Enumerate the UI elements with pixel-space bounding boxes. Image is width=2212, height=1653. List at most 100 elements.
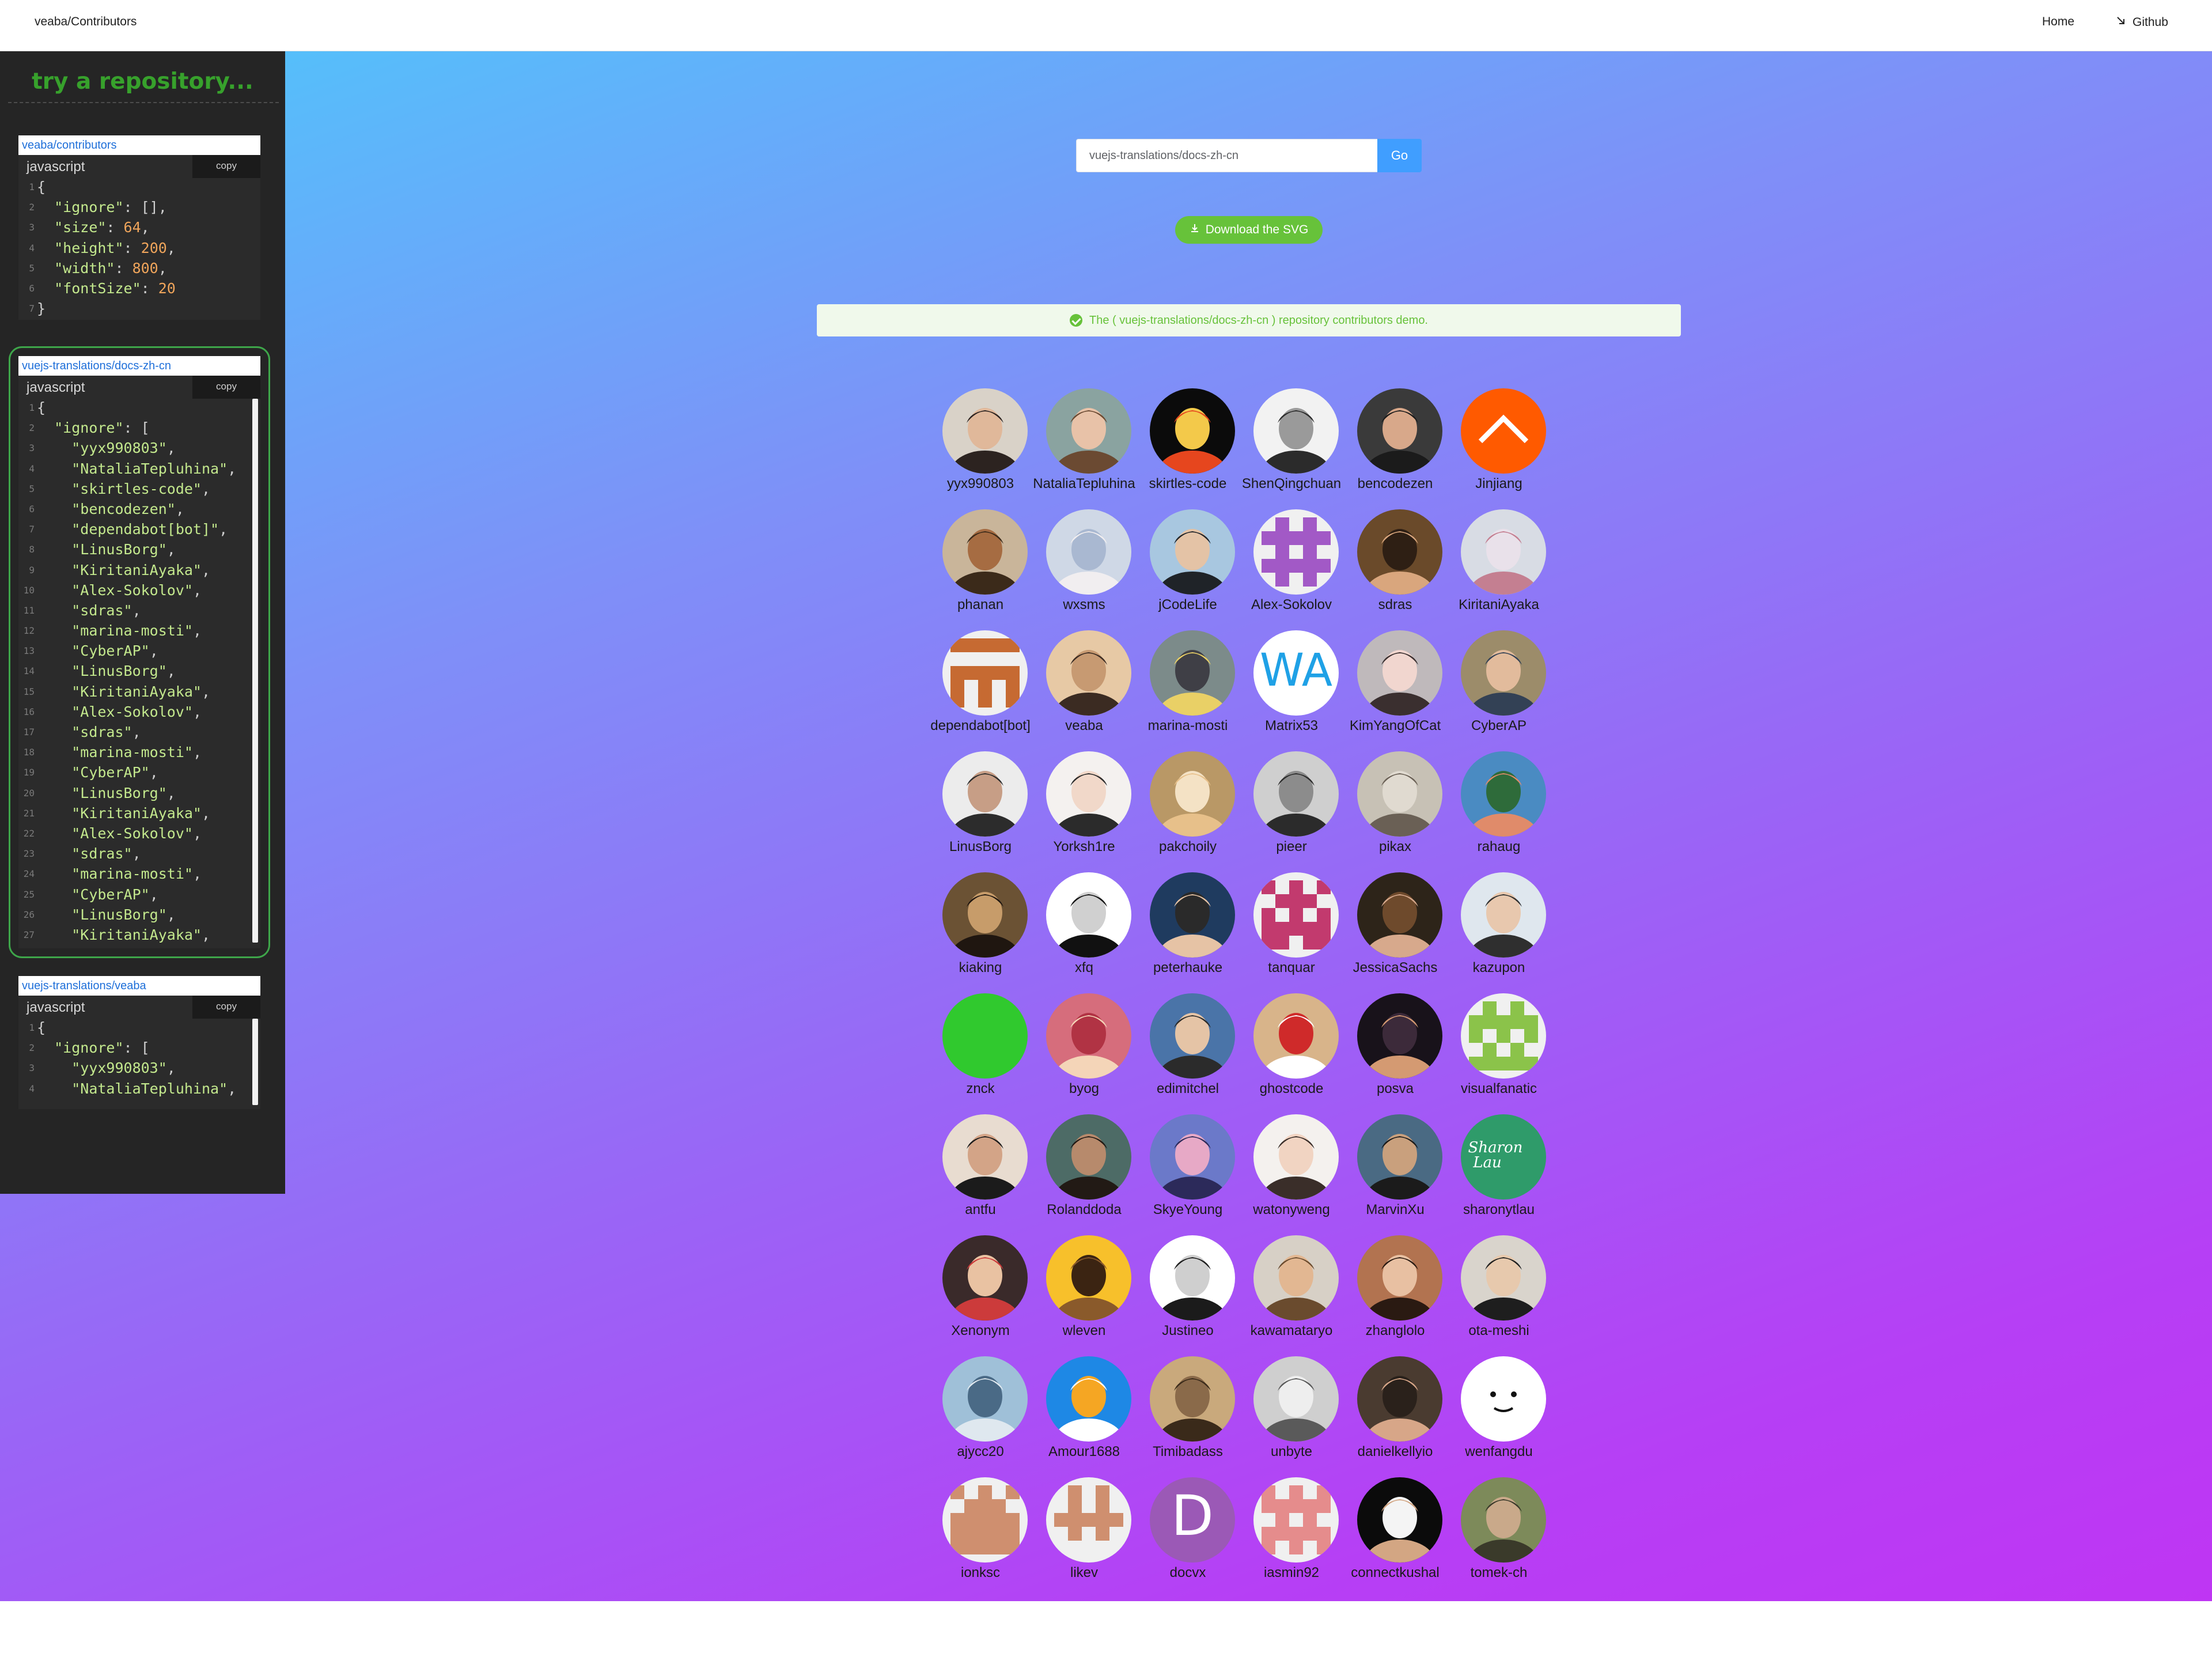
contributor-avatar[interactable] [1253,993,1339,1079]
contributor-name[interactable]: phanan [923,597,1038,613]
contributor-name[interactable]: ghostcode [1234,1081,1349,1097]
contributor-avatar[interactable] [1150,751,1235,837]
contributor-item[interactable]: xfq [1032,870,1136,991]
nav-home-link[interactable]: Home [2042,15,2074,29]
code-scrollbar[interactable] [252,399,258,943]
contributor-item[interactable]: peterhauke [1136,870,1240,991]
contributor-name[interactable]: watonyweng [1234,1202,1349,1218]
contributor-avatar[interactable] [1046,993,1131,1079]
code-card[interactable]: veaba/contributors javascript copy 1{2 "… [18,135,260,320]
copy-button[interactable]: copy [192,996,260,1019]
code-scrollbar[interactable] [252,1019,258,1105]
contributor-avatar[interactable] [1357,872,1442,958]
contributor-item[interactable]: iasmin92 [1240,1475,1343,1596]
contributor-name[interactable]: KimYangOfCat [1338,718,1453,734]
contributor-item[interactable]: WA Matrix53 [1240,628,1343,749]
contributor-item[interactable]: zhanglolo [1343,1233,1447,1354]
contributor-avatar[interactable] [1461,1235,1546,1321]
contributor-avatar[interactable] [942,509,1028,595]
contributor-name[interactable]: sharonytlau [1441,1202,1556,1218]
contributor-avatar[interactable] [1253,1356,1339,1442]
contributor-avatar[interactable] [1150,630,1235,716]
contributor-avatar[interactable] [1150,388,1235,474]
contributor-item[interactable]: watonyweng [1240,1112,1343,1233]
contributor-item[interactable]: JessicaSachs [1343,870,1447,991]
contributor-name[interactable]: veaba [1027,718,1142,734]
contributor-avatar[interactable] [1150,872,1235,958]
repository-search-input[interactable] [1076,139,1378,172]
contributor-name[interactable]: kiaking [923,960,1038,976]
contributor-avatar[interactable] [1357,1114,1442,1200]
contributor-avatar[interactable] [942,388,1028,474]
contributor-name[interactable]: byog [1027,1081,1142,1097]
contributor-item[interactable]: posva [1343,991,1447,1112]
contributor-name[interactable]: CyberAP [1441,718,1556,734]
contributor-avatar[interactable] [1253,872,1339,958]
contributor-item[interactable]: wxsms [1032,507,1136,628]
contributor-name[interactable]: xfq [1027,960,1142,976]
contributor-name[interactable]: Xenonym [923,1323,1038,1339]
contributor-item[interactable]: Amour1688 [1032,1354,1136,1475]
go-button[interactable]: Go [1377,139,1422,172]
contributor-item[interactable]: ota-meshi [1447,1233,1551,1354]
contributor-avatar[interactable]: Sharon Lau [1461,1114,1546,1200]
contributor-name[interactable]: NataliaTepluhina [1027,476,1142,492]
contributor-avatar[interactable] [1461,509,1546,595]
contributor-avatar[interactable] [1357,630,1442,716]
contributor-item[interactable]: pakchoily [1136,749,1240,870]
contributor-item[interactable]: edimitchel [1136,991,1240,1112]
contributor-avatar[interactable] [1253,751,1339,837]
contributor-name[interactable]: ShenQingchuan [1234,476,1349,492]
contributor-item[interactable]: Sharon Lau sharonytlau [1447,1112,1551,1233]
contributor-name[interactable]: iasmin92 [1234,1565,1349,1581]
contributor-avatar[interactable] [1046,751,1131,837]
contributor-item[interactable]: Rolanddoda [1032,1112,1136,1233]
contributor-name[interactable]: SkyeYoung [1130,1202,1245,1218]
contributor-item[interactable]: veaba [1032,628,1136,749]
contributor-item[interactable]: pieer [1240,749,1343,870]
contributor-avatar[interactable] [1046,1477,1131,1563]
contributor-name[interactable]: peterhauke [1130,960,1245,976]
card-repo-link[interactable]: vuejs-translations/docs-zh-cn [18,356,260,376]
contributor-name[interactable]: Rolanddoda [1027,1202,1142,1218]
contributor-name[interactable]: pieer [1234,839,1349,855]
contributor-avatar[interactable] [1461,1477,1546,1563]
contributor-avatar[interactable] [1253,1235,1339,1321]
contributor-item[interactable]: KimYangOfCat [1343,628,1447,749]
contributor-avatar[interactable] [1461,388,1546,474]
contributor-name[interactable]: bencodezen [1338,476,1453,492]
contributor-name[interactable]: JessicaSachs [1338,960,1453,976]
contributor-avatar[interactable] [1357,1356,1442,1442]
contributor-avatar[interactable] [1357,1235,1442,1321]
contributor-item[interactable]: connectkushal [1343,1475,1447,1596]
contributor-avatar[interactable] [1150,1356,1235,1442]
contributor-item[interactable]: likev [1032,1475,1136,1596]
contributor-item[interactable]: wleven [1032,1233,1136,1354]
contributor-avatar[interactable] [1357,509,1442,595]
contributor-avatar[interactable] [1046,509,1131,595]
contributor-avatar[interactable] [1253,388,1339,474]
contributor-item[interactable]: dependabot[bot] [929,628,1032,749]
card-repo-link[interactable]: vuejs-translations/veaba [18,976,260,996]
contributor-item[interactable]: Alex-Sokolov [1240,507,1343,628]
contributor-name[interactable]: rahaug [1441,839,1556,855]
contributor-avatar[interactable] [942,993,1028,1079]
contributor-name[interactable]: connectkushal [1338,1565,1453,1581]
contributor-item[interactable]: kiaking [929,870,1032,991]
contributor-name[interactable]: Matrix53 [1234,718,1349,734]
contributor-avatar[interactable] [1253,509,1339,595]
contributor-avatar[interactable] [942,751,1028,837]
contributor-name[interactable]: dependabot[bot] [923,718,1038,734]
contributor-item[interactable]: kawamataryo [1240,1233,1343,1354]
contributor-item[interactable]: visualfanatic [1447,991,1551,1112]
contributor-item[interactable]: KiritaniAyaka [1447,507,1551,628]
contributor-name[interactable]: posva [1338,1081,1453,1097]
contributor-item[interactable]: bencodezen [1343,386,1447,507]
contributor-item[interactable]: CyberAP [1447,628,1551,749]
contributor-item[interactable]: marina-mosti [1136,628,1240,749]
contributor-avatar[interactable] [1357,388,1442,474]
contributor-name[interactable]: Amour1688 [1027,1444,1142,1460]
contributor-name[interactable]: wenfangdu [1441,1444,1556,1460]
contributor-avatar[interactable] [1461,872,1546,958]
contributor-item[interactable]: Jinjiang [1447,386,1551,507]
